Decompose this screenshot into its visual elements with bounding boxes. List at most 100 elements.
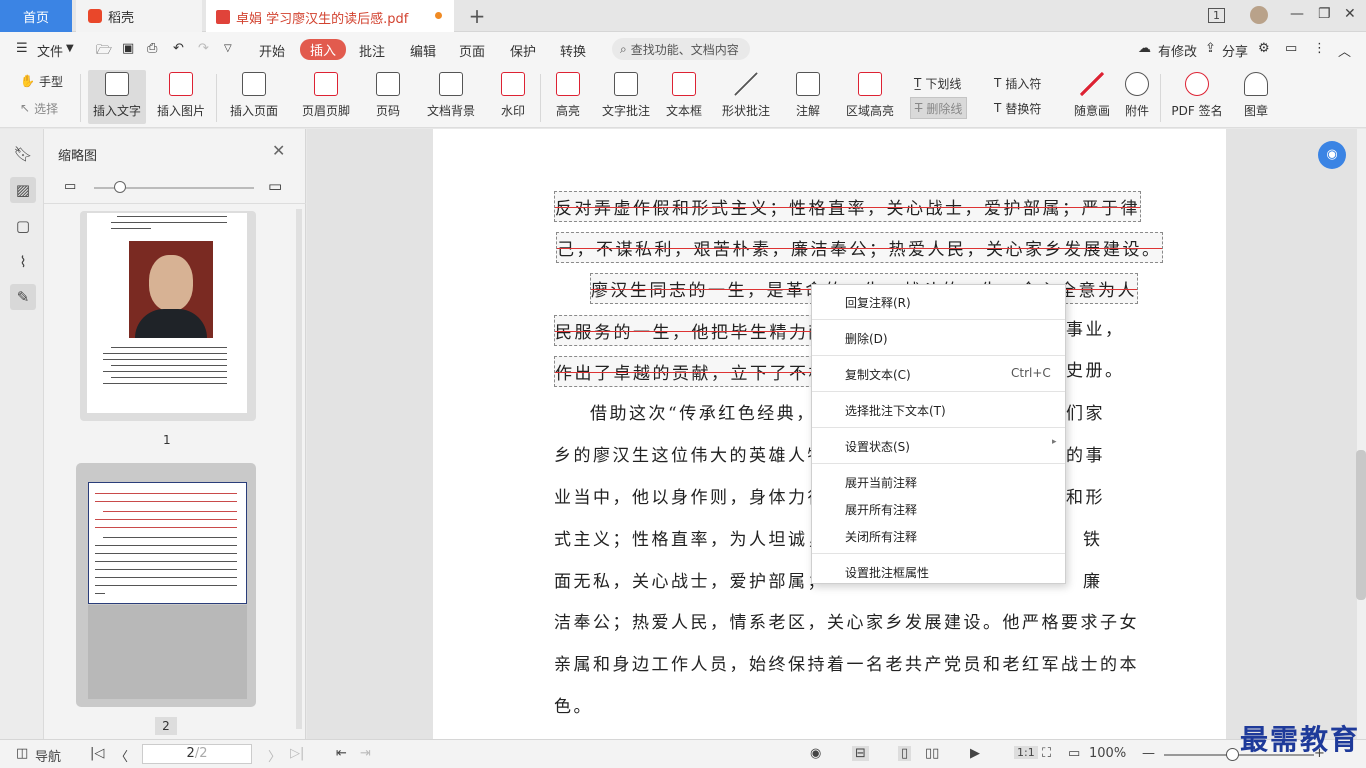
insert-image-button[interactable]: 插入图片 [152, 70, 210, 124]
search-box[interactable]: ⌕ 查找功能、文档内容 [612, 38, 750, 60]
strikethrough-button[interactable]: T̶ 删除线 [910, 97, 968, 119]
signature-panel-icon[interactable]: ✎ [10, 284, 36, 310]
ctx-copy[interactable]: 复制文本(C) [845, 366, 911, 383]
eye-icon[interactable]: ◉ [810, 746, 821, 761]
tab-home[interactable]: 首页 [0, 0, 72, 32]
tab-daoke[interactable]: 稻壳 [76, 0, 202, 32]
ctx-expand-all[interactable]: 展开所有注释 [845, 501, 917, 518]
continuous-mode-icon[interactable]: ⊟ [852, 746, 869, 761]
attachment-button[interactable]: 附件 [1120, 70, 1154, 124]
select-tool[interactable]: ↖ 选择 [20, 97, 58, 119]
ctx-select-text[interactable]: 选择批注下文本(T) [845, 402, 946, 419]
assistant-icon[interactable]: ◉ [1318, 141, 1346, 169]
new-tab-button[interactable]: + [462, 0, 492, 32]
underline-button[interactable]: T̲ 下划线 [914, 72, 961, 94]
chevron-down-icon[interactable]: ▼ [66, 43, 74, 54]
hand-tool[interactable]: ✋ 手型 [20, 70, 63, 92]
doc-background-button[interactable]: 文档背景 [418, 70, 484, 124]
avatar[interactable] [1250, 6, 1268, 24]
menu-annotate[interactable]: 批注 [359, 41, 385, 60]
more-icon[interactable]: ⋮ [1313, 41, 1326, 56]
ctx-properties[interactable]: 设置批注框属性 [845, 564, 929, 581]
area-highlight-button[interactable]: 区域高亮 [838, 70, 902, 124]
ctx-set-status[interactable]: 设置状态(S) [845, 438, 910, 455]
menu-insert[interactable]: 插入 [300, 39, 347, 60]
zoom-level[interactable]: 100% [1089, 746, 1126, 761]
insert-page-button[interactable]: 插入页面 [222, 70, 286, 124]
redo-icon[interactable]: ↷ [198, 41, 209, 56]
small-thumbnail-icon[interactable]: ▭ [64, 179, 76, 194]
zoom-slider-handle[interactable] [1226, 748, 1239, 761]
last-page-icon[interactable]: ▷| [290, 746, 304, 761]
page-number-input[interactable]: 2/2 [142, 744, 252, 764]
menu-protect[interactable]: 保护 [510, 41, 536, 60]
share-button[interactable]: 分享 [1222, 41, 1248, 60]
ctx-expand-current[interactable]: 展开当前注释 [845, 474, 917, 491]
zoom-out-icon[interactable]: — [1142, 746, 1155, 761]
restore-icon[interactable]: ❐ [1318, 6, 1331, 22]
attachment-panel-icon[interactable]: ⌇ [10, 249, 36, 275]
two-page-icon[interactable]: ▯▯ [925, 746, 939, 761]
menu-page[interactable]: 页面 [459, 41, 485, 60]
fit-page-icon[interactable]: ⛶ [1042, 746, 1051, 761]
collapse-ribbon-icon[interactable]: ︿ [1338, 41, 1351, 60]
header-footer-button[interactable]: 页眉页脚 [294, 70, 358, 124]
text-annotation-button[interactable]: 文字批注 [598, 70, 654, 124]
tab-document[interactable]: 卓娟 学习廖汉生的读后感.pdf [206, 0, 454, 32]
scrollbar-thumb[interactable] [1356, 450, 1366, 600]
bookmark-icon[interactable]: 🔖︎ [10, 141, 36, 167]
play-icon[interactable]: ▶ [970, 746, 980, 761]
fit-width-icon[interactable]: ▭ [1068, 746, 1080, 761]
print-icon[interactable]: ⎙ [147, 41, 157, 56]
thumbnail-icon[interactable]: ▨ [10, 177, 36, 203]
panel-scrollbar[interactable] [296, 209, 302, 729]
insert-text-button[interactable]: 插入文字 [88, 70, 146, 124]
next-page-icon[interactable]: 〉 [268, 746, 281, 765]
pdf-sign-button[interactable]: PDF 签名 [1166, 70, 1228, 124]
settings-icon[interactable]: ⚙ [1258, 41, 1270, 56]
menu-start[interactable]: 开始 [259, 41, 285, 60]
vertical-scrollbar[interactable] [1357, 129, 1366, 739]
actual-size-icon[interactable]: 1:1 [1014, 746, 1038, 759]
highlight-button[interactable]: 高亮 [546, 70, 590, 124]
watermark-button[interactable]: 水印 [492, 70, 534, 124]
replace-mark-button[interactable]: T 替换符 [994, 97, 1041, 119]
back-icon[interactable]: ⇤ [336, 746, 347, 761]
close-window-icon[interactable]: ✕ [1344, 6, 1356, 22]
large-thumbnail-icon[interactable]: ▭ [268, 177, 282, 195]
save-icon[interactable]: ▣ [122, 41, 134, 56]
modified-status[interactable]: 有修改 [1158, 41, 1197, 60]
stamp-button[interactable]: 图章 [1238, 70, 1274, 124]
forward-icon[interactable]: ⇥ [360, 746, 371, 761]
menu-convert[interactable]: 转换 [560, 41, 586, 60]
insert-mark-button[interactable]: T 插入符 [994, 72, 1041, 94]
ctx-reply[interactable]: 回复注释(R) [845, 294, 911, 311]
close-icon[interactable]: ✕ [272, 141, 285, 160]
strike-line-2[interactable]: 己，不谋私利，艰苦朴素，廉洁奉公；热爱人民，关心家乡发展建设。 [556, 232, 1163, 263]
menu-edit[interactable]: 编辑 [410, 41, 436, 60]
nav-label[interactable]: 导航 [35, 746, 61, 765]
nav-panel-icon[interactable]: ◫ [16, 746, 28, 761]
strike-line-1[interactable]: 反对弄虚作假和形式主义；性格直率，关心战士，爱护部属；严于律 [554, 191, 1141, 222]
undo-icon[interactable]: ↶ [173, 41, 184, 56]
single-page-icon[interactable]: ▯ [898, 746, 912, 761]
first-page-icon[interactable]: |◁ [90, 746, 104, 761]
annotation-button[interactable]: 注解 [786, 70, 830, 124]
strike-line-5[interactable]: 作出了卓越的贡献，立下了不朽 [554, 356, 829, 387]
page-number-button[interactable]: 页码 [366, 70, 410, 124]
open-folder-icon[interactable]: 🗁 [96, 41, 112, 63]
file-menu[interactable]: 文件 [37, 41, 63, 60]
comment-panel-icon[interactable]: ▢ [10, 213, 36, 239]
strike-line-4[interactable]: 民服务的一生，他把毕生精力献 [554, 315, 829, 346]
minimize-icon[interactable]: — [1290, 6, 1304, 22]
page-indicator[interactable]: 1 [1208, 8, 1225, 23]
zoom-slider-handle[interactable] [114, 181, 126, 193]
more-dropdown-icon[interactable]: ▽ [224, 43, 232, 54]
hamburger-icon[interactable]: ☰ [16, 41, 28, 56]
comment-icon[interactable]: ▭ [1285, 41, 1297, 56]
ctx-close-all[interactable]: 关闭所有注释 [845, 528, 917, 545]
ctx-delete[interactable]: 删除(D) [845, 330, 888, 347]
freehand-button[interactable]: 随意画 [1070, 70, 1114, 124]
prev-page-icon[interactable]: 〈 [115, 746, 128, 765]
shape-annotation-button[interactable]: 形状批注 [714, 70, 778, 124]
